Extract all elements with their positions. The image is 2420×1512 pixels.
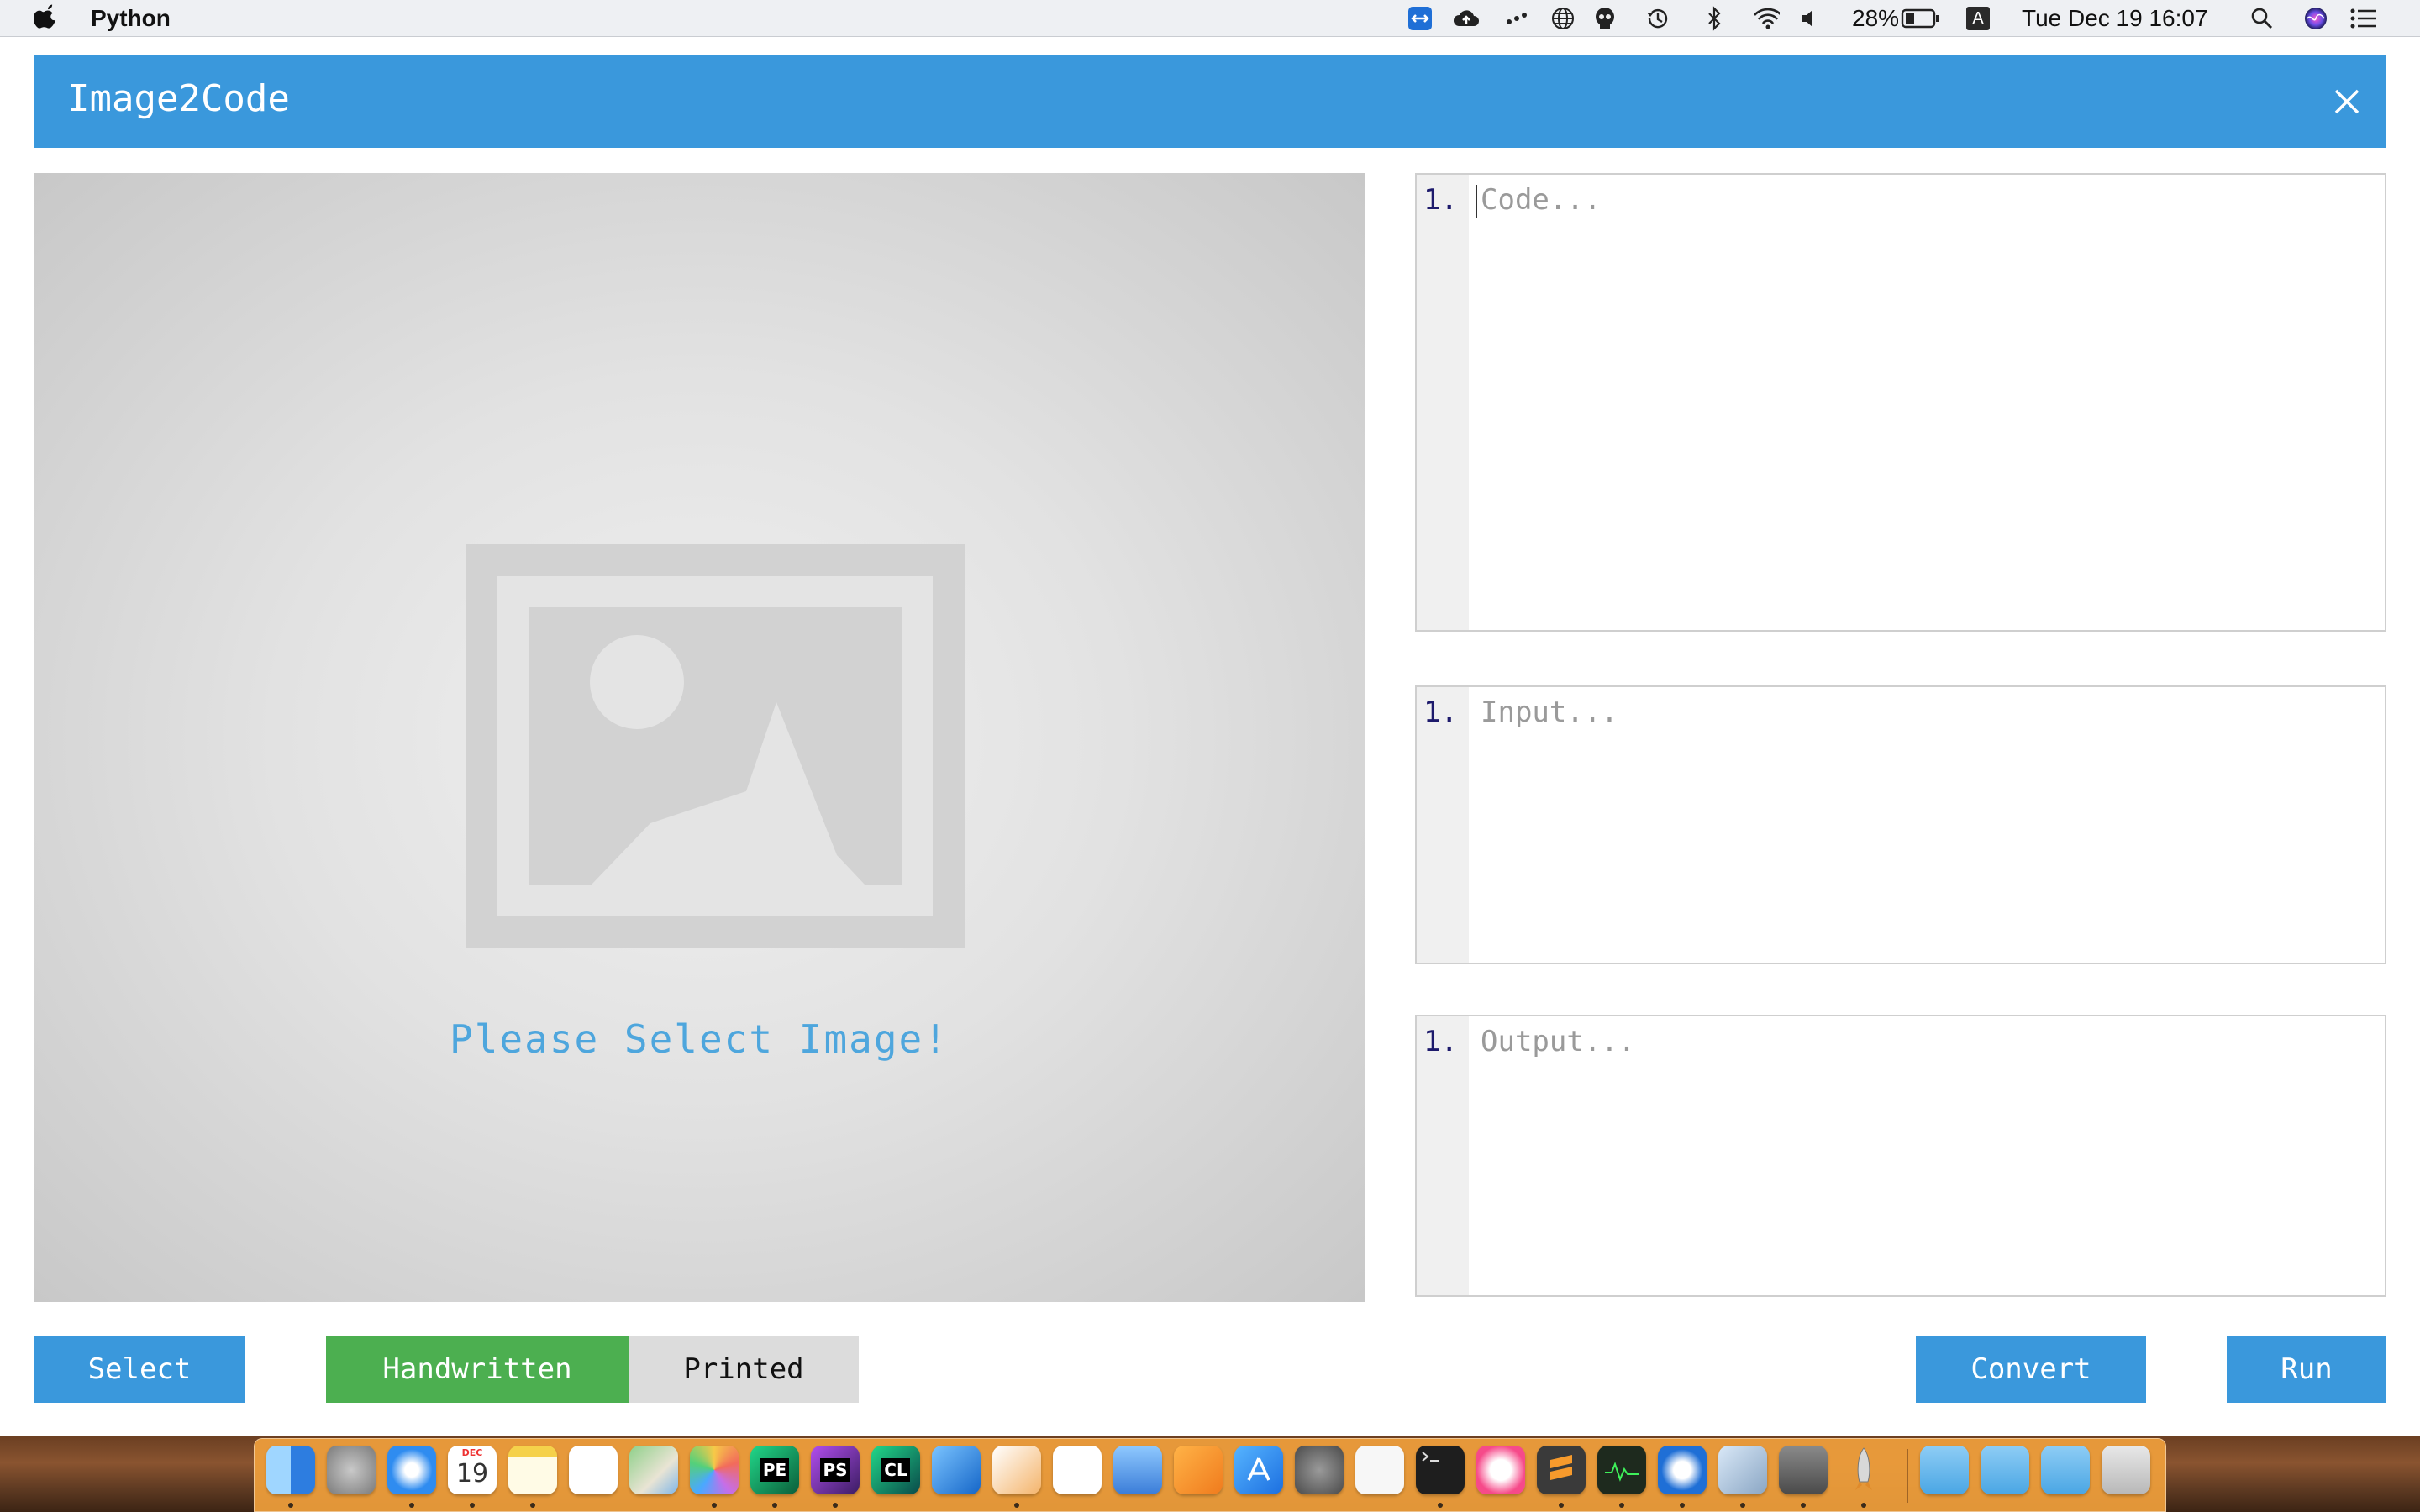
finder-running-indicator [288, 1503, 293, 1508]
notification-center-icon[interactable] [2349, 6, 2376, 31]
downloads-folder-icon[interactable] [1920, 1446, 1969, 1494]
dock-separator [1907, 1449, 1908, 1503]
sublime-text-icon[interactable] [1537, 1446, 1586, 1494]
trash-icon[interactable] [2102, 1446, 2150, 1494]
spotlight-search-icon[interactable] [2249, 6, 2275, 31]
calculator-icon[interactable] [1779, 1446, 1828, 1494]
wifi-icon[interactable] [1753, 6, 1780, 31]
numbers-icon[interactable] [1053, 1446, 1102, 1494]
launchpad-icon[interactable] [327, 1446, 376, 1494]
globe-icon[interactable] [1549, 6, 1576, 31]
siri-icon[interactable] [2302, 6, 2329, 31]
code-input-field[interactable] [1481, 183, 2376, 622]
xcode-icon[interactable] [932, 1446, 981, 1494]
teamviewer-running-indicator [1680, 1503, 1685, 1508]
activity-monitor-running-indicator [1619, 1503, 1624, 1508]
pages-running-indicator [1014, 1503, 1019, 1508]
output-field[interactable] [1481, 1025, 2376, 1287]
output-editor[interactable]: 1. [1415, 1015, 2386, 1297]
select-button[interactable]: Select [34, 1336, 245, 1403]
printed-toggle-button[interactable]: Printed [629, 1336, 859, 1403]
clion-label: CL [881, 1458, 910, 1482]
notes-icon[interactable] [508, 1446, 557, 1494]
pages-icon[interactable] [992, 1446, 1041, 1494]
time-machine-icon[interactable] [1644, 6, 1670, 31]
teamviewer-status-icon[interactable] [1407, 6, 1434, 31]
applications-folder-icon[interactable] [2041, 1446, 2090, 1494]
app-store-icon[interactable] [1234, 1446, 1283, 1494]
photos-running-indicator [712, 1503, 717, 1508]
input-source-label: A [1966, 7, 1990, 30]
image-placeholder-icon [466, 544, 965, 948]
input-source-icon[interactable]: A [1965, 6, 1991, 31]
preview-running-indicator [1740, 1503, 1745, 1508]
dock: DEC 19 PE PS CL [254, 1438, 2166, 1512]
calendar-running-indicator [470, 1503, 475, 1508]
battery-percent: 28% [1852, 5, 1900, 31]
preview-icon[interactable] [1718, 1446, 1767, 1494]
image-drop-area[interactable]: Please Select Image! [34, 173, 1365, 1302]
cloud-upload-icon[interactable] [1452, 6, 1479, 31]
finder-icon[interactable] [266, 1446, 315, 1494]
output-line-number: 1. [1423, 1025, 1458, 1058]
system-preferences-icon[interactable] [1295, 1446, 1344, 1494]
menu-bar: Python 28% A Tue Dec 19 16:07 [0, 0, 2420, 37]
pycharm-edu-icon[interactable]: PE [750, 1446, 799, 1494]
calendar-month: DEC [461, 1447, 483, 1458]
terminal-running-indicator [1438, 1503, 1443, 1508]
photos-icon[interactable] [690, 1446, 739, 1494]
safari-icon[interactable] [387, 1446, 436, 1494]
handwritten-toggle-button[interactable]: Handwritten [326, 1336, 629, 1403]
phpstorm-icon[interactable]: PS [811, 1446, 860, 1494]
rocket-running-indicator [1861, 1503, 1866, 1508]
safari-running-indicator [409, 1503, 414, 1508]
input-editor-gutter: 1. [1417, 687, 1469, 963]
dots-menu-icon[interactable] [1504, 6, 1531, 31]
code-editor-gutter: 1. [1417, 175, 1469, 630]
menubar-clock[interactable]: Tue Dec 19 16:07 [2022, 5, 2208, 32]
pycharm-edu-running-indicator [772, 1503, 777, 1508]
clion-icon[interactable]: CL [871, 1446, 920, 1494]
activity-monitor-icon[interactable] [1597, 1446, 1646, 1494]
notes-running-indicator [530, 1503, 535, 1508]
textedit-icon[interactable] [1355, 1446, 1404, 1494]
text-caret [1476, 185, 1477, 218]
phpstorm-label: PS [820, 1458, 850, 1482]
app-title: Image2Code [67, 77, 290, 120]
battery-icon[interactable] [1901, 6, 1941, 31]
skull-icon[interactable] [1591, 6, 1618, 31]
rocket-icon[interactable] [1839, 1446, 1888, 1494]
documents-folder-icon[interactable] [1981, 1446, 2029, 1494]
stdin-input-field[interactable] [1481, 696, 2376, 954]
code-line-number: 1. [1423, 183, 1458, 217]
code-editor[interactable]: 1. [1415, 173, 2386, 632]
calendar-icon[interactable]: DEC 19 [448, 1446, 497, 1494]
maps-icon[interactable] [629, 1446, 678, 1494]
volume-icon[interactable] [1797, 6, 1823, 31]
convert-button[interactable]: Convert [1916, 1336, 2146, 1403]
input-editor[interactable]: 1. [1415, 685, 2386, 964]
ibooks-icon[interactable] [1174, 1446, 1223, 1494]
input-line-number: 1. [1423, 696, 1458, 729]
keynote-icon[interactable] [1113, 1446, 1162, 1494]
app-name-menu[interactable]: Python [91, 5, 171, 32]
itunes-icon[interactable] [1476, 1446, 1525, 1494]
app-header: Image2Code [34, 55, 2386, 148]
select-image-prompt: Please Select Image! [450, 1016, 949, 1062]
apple-menu-icon[interactable] [33, 3, 59, 32]
run-button[interactable]: Run [2227, 1336, 2386, 1403]
teamviewer-icon[interactable] [1658, 1446, 1707, 1494]
reminders-icon[interactable] [569, 1446, 618, 1494]
bluetooth-icon[interactable] [1701, 6, 1728, 31]
output-editor-gutter: 1. [1417, 1016, 1469, 1295]
calculator-running-indicator [1801, 1503, 1806, 1508]
close-icon[interactable] [2326, 81, 2368, 123]
terminal-icon[interactable] [1416, 1446, 1465, 1494]
sublime-text-running-indicator [1559, 1503, 1564, 1508]
calendar-day: 19 [455, 1459, 489, 1488]
pycharm-edu-label: PE [760, 1458, 790, 1482]
phpstorm-running-indicator [833, 1503, 838, 1508]
